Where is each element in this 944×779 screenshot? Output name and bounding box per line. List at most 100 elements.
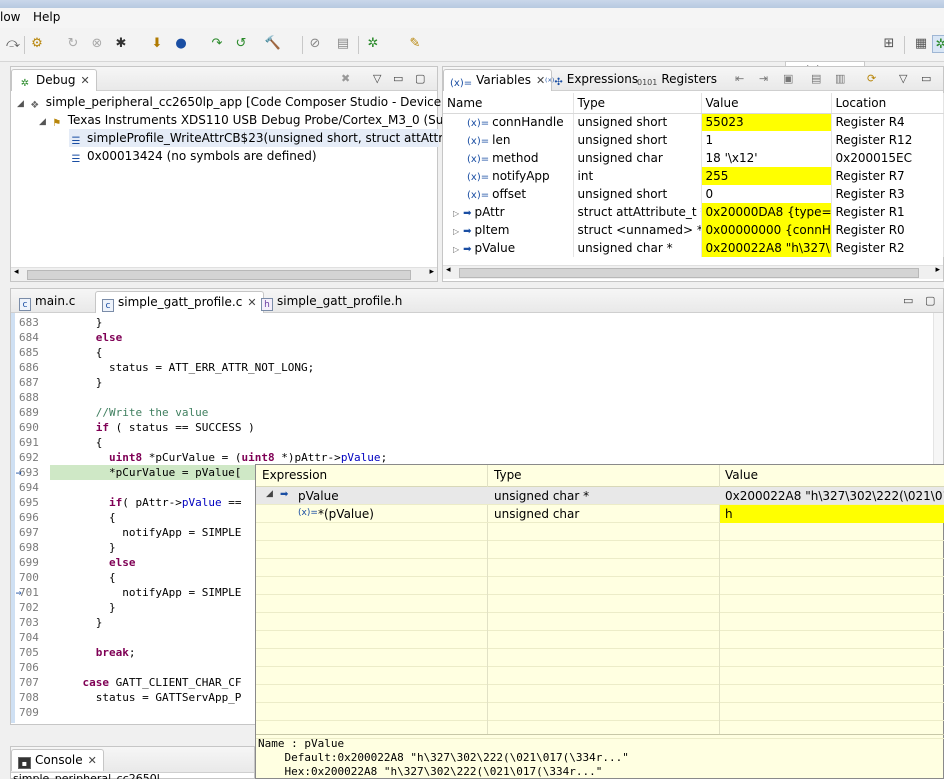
maximize-icon[interactable]: ▢: [925, 294, 935, 307]
code-line[interactable]: if( pAttr->pValue ==: [56, 495, 241, 510]
code-line[interactable]: notifyApp = SIMPLE: [56, 525, 241, 540]
column-header-type[interactable]: Type: [494, 468, 522, 482]
table-row[interactable]: (x)= offset unsigned short 0 Register R3: [443, 185, 944, 203]
menu-help[interactable]: Help: [33, 10, 60, 24]
code-line[interactable]: else: [56, 555, 136, 570]
debug-config-icon[interactable]: ✲: [364, 35, 382, 53]
new-watch-icon[interactable]: ▤: [811, 72, 821, 85]
tree-item-session[interactable]: ◢ ❖ simple_peripheral_cc2650lp_app [Code …: [17, 93, 484, 111]
tab-simple-gatt-profile-c[interactable]: c simple_gatt_profile.c ✕: [95, 291, 264, 313]
code-line[interactable]: status = ATT_ERR_ATTR_NOT_LONG;: [56, 360, 314, 375]
memory-icon[interactable]: ▤: [334, 35, 352, 53]
code-line[interactable]: *pCurValue = pValue[: [50, 465, 260, 480]
minimize-icon[interactable]: ▭: [903, 294, 913, 307]
table-row[interactable]: (x)= method unsigned char 18 '\x12' 0x200…: [443, 149, 944, 167]
table-row[interactable]: ▷ ➡ pValue unsigned char * 0x200022A8 "h\3…: [443, 239, 944, 257]
column-header-value[interactable]: Value: [701, 93, 832, 114]
variable-value[interactable]: 18 '\x12': [701, 149, 832, 167]
code-line[interactable]: else: [56, 330, 123, 345]
table-row[interactable]: (x)= connHandle unsigned short 55023 Regi…: [443, 113, 944, 131]
code-line[interactable]: }: [56, 375, 103, 390]
tab-registers[interactable]: 0101 Registers: [631, 69, 723, 91]
hover-row[interactable]: (x)= *(pValue) unsigned char h: [256, 505, 944, 523]
variable-value[interactable]: 55023: [701, 113, 832, 131]
column-header-location[interactable]: Location: [831, 93, 944, 114]
scroll-left-icon[interactable]: ◂: [446, 265, 451, 275]
code-line[interactable]: if ( status == SUCCESS ): [56, 420, 255, 435]
reset-icon[interactable]: ⚙: [28, 35, 46, 53]
terminate-icon[interactable]: ⊗: [88, 35, 106, 53]
maximize-icon[interactable]: ▢: [415, 72, 425, 85]
tab-debug[interactable]: ✲ Debug ✕: [11, 69, 97, 91]
code-line[interactable]: notifyApp = SIMPLE: [56, 585, 241, 600]
hover-value[interactable]: h: [720, 505, 944, 523]
code-line[interactable]: {: [56, 510, 116, 525]
step-return-icon[interactable]: ↷: [208, 35, 226, 53]
tab-main-c[interactable]: c main.c: [13, 291, 81, 313]
column-header-name[interactable]: Name: [443, 93, 574, 114]
ccs-edit-perspective-icon[interactable]: ▦: [912, 35, 930, 53]
view-menu-icon[interactable]: ▽: [373, 72, 381, 85]
code-line[interactable]: case GATT_CLIENT_CHAR_CF: [56, 675, 242, 690]
scrollbar-thumb[interactable]: [27, 270, 411, 280]
refresh-icon[interactable]: ▥: [835, 72, 845, 85]
build-hammer-icon[interactable]: 🔨: [264, 35, 282, 53]
code-line[interactable]: }: [56, 600, 116, 615]
tab-variables[interactable]: (x)= Variables ✕: [443, 69, 553, 91]
expand-arrow-icon[interactable]: ◢: [17, 99, 24, 109]
open-perspective-icon[interactable]: ⊞: [880, 35, 898, 53]
column-header-type[interactable]: Type: [573, 93, 702, 114]
variable-value[interactable]: 255: [701, 167, 832, 185]
hover-value[interactable]: 0x200022A8 "h\327\302\222(\021\017(\3...: [725, 489, 944, 503]
code-line[interactable]: }: [56, 540, 116, 555]
table-row[interactable]: ▷ ➡ pItem struct <unnamed> * 0x00000000 {c…: [443, 221, 944, 239]
code-line[interactable]: status = GATTServApp_P: [56, 690, 242, 705]
step-into-icon[interactable]: ⬇: [148, 35, 166, 53]
code-line[interactable]: {: [56, 435, 103, 450]
scroll-left-icon[interactable]: ◂: [14, 267, 19, 277]
code-line[interactable]: //Write the value: [56, 405, 209, 420]
expand-arrow-icon[interactable]: ▷: [453, 209, 459, 218]
code-line[interactable]: }: [56, 315, 103, 330]
debug-perspective-icon[interactable]: ✲: [932, 35, 944, 53]
table-row[interactable]: (x)= len unsigned short 1 Register R12: [443, 131, 944, 149]
collapse-all-icon[interactable]: ⇤: [735, 72, 744, 85]
code-line[interactable]: }: [56, 615, 103, 630]
remove-terminated-icon[interactable]: ✖: [341, 72, 350, 85]
expand-arrow-icon[interactable]: ◢: [266, 489, 273, 499]
step-over-icon[interactable]: ●: [172, 35, 190, 53]
tab-simple-gatt-profile-h[interactable]: h simple_gatt_profile.h: [255, 291, 408, 313]
variable-value[interactable]: 0x200022A8 "h\327\3...: [701, 239, 832, 257]
code-line[interactable]: break;: [56, 645, 136, 660]
variable-value[interactable]: 0: [701, 185, 832, 203]
tree-item-target[interactable]: ◢ ⚑ Texas Instruments XDS110 USB Debug Pr…: [39, 111, 487, 129]
code-line[interactable]: uint8 *pCurValue = (uint8 *)pAttr->pValu…: [56, 450, 387, 465]
table-row[interactable]: (x)= notifyApp int 255 Register R7: [443, 167, 944, 185]
tree-item-frame[interactable]: ☰ 0x00013424 (no symbols are defined): [69, 147, 317, 165]
horizontal-scrollbar[interactable]: ◂ ▸: [11, 267, 437, 281]
column-header-expression[interactable]: Expression: [262, 468, 327, 482]
restart-icon[interactable]: ↻: [64, 35, 82, 53]
expand-arrow-icon[interactable]: ◢: [39, 117, 46, 127]
close-icon[interactable]: ✕: [80, 74, 89, 87]
tab-expressions[interactable]: ⁽ˣ⁾✣ Expressions: [539, 69, 644, 91]
continuous-refresh-icon[interactable]: ⟳: [867, 72, 876, 85]
column-header-value[interactable]: Value: [725, 468, 758, 482]
tab-console[interactable]: ▪ Console ✕: [11, 749, 104, 771]
disable-icon[interactable]: ⊘: [306, 35, 324, 53]
scrollbar-thumb[interactable]: [459, 268, 919, 278]
view-menu-icon[interactable]: ▽: [899, 72, 907, 85]
horizontal-scrollbar[interactable]: ◂ ▸: [443, 265, 943, 279]
close-icon[interactable]: ✕: [88, 754, 97, 767]
variable-value[interactable]: 0x00000000 {connHa...: [701, 221, 832, 239]
expand-arrow-icon[interactable]: ▷: [453, 227, 459, 236]
run-to-line-icon[interactable]: ↺: [232, 35, 250, 53]
menu-window[interactable]: low: [0, 10, 21, 24]
scroll-right-icon[interactable]: ▸: [935, 265, 940, 275]
breakpoint-icon[interactable]: ⇒: [16, 585, 22, 600]
select-all-icon[interactable]: ⇥: [759, 72, 768, 85]
hover-row[interactable]: ◢ ➡ pValue unsigned char * 0x200022A8 "h…: [256, 487, 944, 505]
table-row[interactable]: ▷ ➡ pAttr struct attAttribute_t * 0x20000D…: [443, 203, 944, 221]
tools-icon[interactable]: ✎: [406, 35, 424, 53]
layout-icon[interactable]: ▣: [783, 72, 793, 85]
